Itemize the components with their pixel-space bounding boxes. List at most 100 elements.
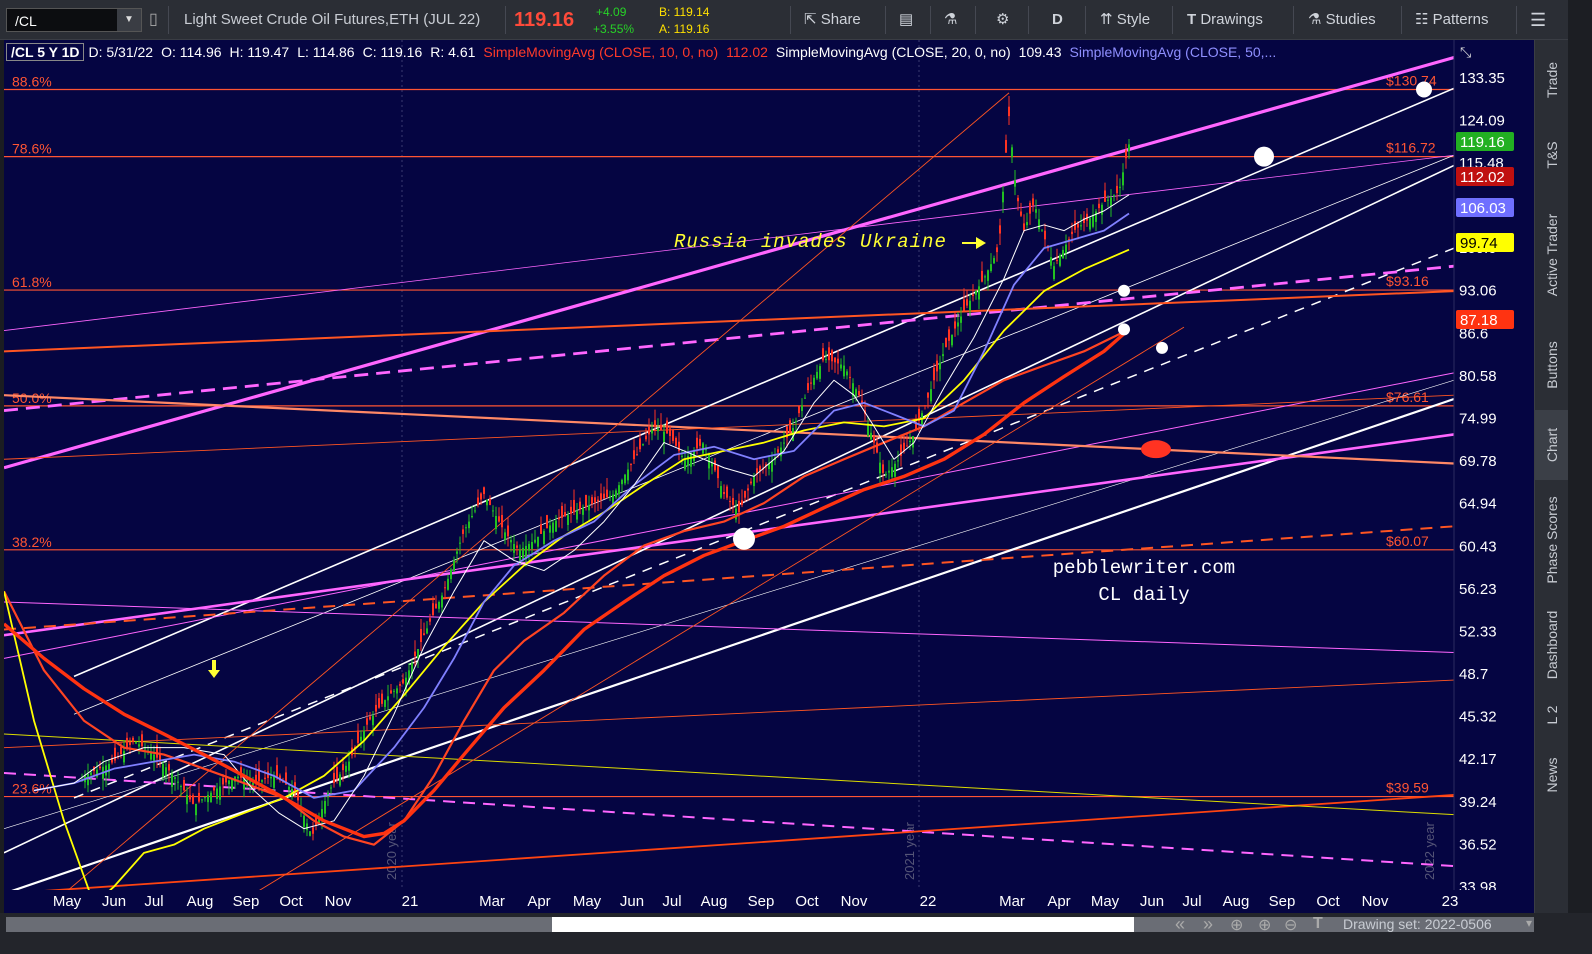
- price-tick-label: 69.78: [1459, 453, 1497, 470]
- zoom-in-icon[interactable]: ⊕: [1258, 915, 1271, 935]
- candle-body: [210, 792, 212, 803]
- tab-chart[interactable]: Chart: [1535, 410, 1569, 480]
- sma10-label[interactable]: SimpleMovingAvg (CLOSE, 10, 0, no): [479, 44, 722, 60]
- tab-time-and-sales[interactable]: T&S: [1535, 120, 1569, 190]
- time-tick-label: Oct: [1316, 893, 1340, 910]
- scroll-right-icon[interactable]: »: [1203, 914, 1213, 935]
- candle-body: [1005, 140, 1007, 153]
- candle-body: [843, 365, 845, 377]
- candle-body: [270, 776, 272, 779]
- candle-body: [624, 474, 626, 484]
- time-tick-label: Apr: [527, 893, 550, 910]
- price-tick-label: 48.7: [1459, 666, 1488, 683]
- period-button[interactable]: D: [1052, 0, 1063, 40]
- tab-dashboard[interactable]: Dashboard: [1535, 600, 1569, 690]
- candle-body: [123, 751, 125, 763]
- candle-body: [576, 510, 578, 520]
- chevron-down-icon[interactable]: ▾: [1526, 916, 1532, 930]
- lock-icon[interactable]: ▯: [149, 0, 158, 40]
- ask-price: A: 119.16: [659, 22, 710, 36]
- candle-body: [603, 493, 605, 499]
- candle-body: [1026, 222, 1028, 226]
- scrollbar-thumb[interactable]: [552, 917, 1134, 932]
- candle-body: [945, 337, 947, 348]
- tab-news[interactable]: News: [1535, 740, 1569, 810]
- candle-body: [879, 462, 881, 474]
- flask-icon[interactable]: ⚗: [944, 0, 957, 40]
- time-tick-label: Mar: [479, 893, 505, 910]
- candle-body: [213, 787, 215, 791]
- scrollbar-track[interactable]: [6, 917, 552, 932]
- candle-body: [144, 748, 146, 750]
- candle-body: [960, 316, 962, 323]
- sma100-line: [4, 248, 1130, 906]
- candle-body: [735, 508, 737, 520]
- scroll-left-icon[interactable]: «: [1175, 914, 1185, 935]
- tab-trade[interactable]: Trade: [1535, 40, 1569, 120]
- candle-body: [579, 501, 581, 510]
- studies-button[interactable]: ⚗ Studies: [1308, 0, 1376, 40]
- style-button[interactable]: ⇈ Style: [1100, 0, 1150, 40]
- candle-body: [909, 440, 911, 443]
- candle-body: [201, 799, 203, 801]
- chart-canvas[interactable]: 2020 year 2021 year 2022 year88.6% $130.747…: [4, 40, 1534, 913]
- drawing-t-icon[interactable]: T: [1313, 915, 1323, 933]
- collapse-arrows-icon[interactable]: ⤡: [1460, 44, 1471, 61]
- low-label: L: 114.86: [297, 44, 355, 60]
- candle-body: [903, 442, 905, 451]
- tab-buttons[interactable]: Buttons: [1535, 320, 1569, 410]
- share-button[interactable]: ⇱ Share: [804, 0, 861, 40]
- candle-body: [339, 774, 341, 786]
- time-tick-label: Oct: [795, 893, 819, 910]
- candle-body: [543, 531, 545, 545]
- drawing-set-label[interactable]: Drawing set: 2022-0506: [1343, 916, 1492, 932]
- candle-body: [429, 618, 431, 622]
- candle-body: [591, 497, 593, 505]
- candle-body: [519, 549, 521, 561]
- candle-body: [975, 291, 977, 295]
- candle-body: [696, 437, 698, 449]
- candle-body: [345, 765, 347, 772]
- candle-body: [981, 270, 983, 282]
- candle-body: [432, 603, 434, 616]
- zoom-out-icon[interactable]: ⊖: [1284, 915, 1297, 935]
- price-badge-label: 112.02: [1460, 169, 1505, 186]
- symbol-input[interactable]: /CL: [15, 13, 37, 29]
- price-tick-label: 45.32: [1459, 709, 1497, 726]
- candle-body: [846, 371, 848, 376]
- bottom-bar: « » ⊕ ⊕ ⊖ T Drawing set: 2022-0506 ▾: [0, 913, 1592, 954]
- candle-body: [504, 532, 506, 540]
- gear-icon[interactable]: ⚙: [996, 0, 1009, 40]
- tab-level-2[interactable]: L 2: [1535, 690, 1569, 740]
- candle-body: [717, 465, 719, 479]
- time-tick-label: 22: [920, 893, 937, 910]
- flexible-grid-icon[interactable]: ▤: [899, 0, 913, 40]
- candle-body: [402, 679, 404, 684]
- price-badge-label: 106.03: [1460, 200, 1506, 217]
- price-chart[interactable]: 2020 year 2021 year 2022 year 88.6% $130.74 7…: [4, 40, 1534, 913]
- candle-body: [582, 508, 584, 515]
- sma20-label[interactable]: SimpleMovingAvg (CLOSE, 20, 0, no): [772, 44, 1015, 60]
- menu-icon[interactable]: ☰: [1530, 0, 1546, 40]
- time-tick-label: Oct: [279, 893, 303, 910]
- candle-body: [1062, 249, 1064, 259]
- symbol-selector[interactable]: /CL ▼: [6, 8, 142, 32]
- candle-body: [966, 299, 968, 306]
- candle-body: [714, 460, 716, 471]
- sma50-label[interactable]: SimpleMovingAvg (CLOSE, 50,...: [1066, 44, 1281, 60]
- trendline: [253, 326, 1185, 895]
- candle-body: [423, 633, 425, 636]
- candle-body: [528, 543, 530, 551]
- tab-phase-scores[interactable]: Phase Scores: [1535, 480, 1569, 600]
- chevron-down-icon[interactable]: ▼: [117, 9, 141, 31]
- crosshair-icon[interactable]: ⊕: [1230, 915, 1243, 935]
- patterns-button[interactable]: ☷ Patterns: [1415, 0, 1489, 40]
- candle-body: [135, 742, 137, 744]
- price-tick-label: 39.24: [1459, 794, 1497, 811]
- drawings-button[interactable]: T Drawings: [1187, 0, 1263, 40]
- candle-body: [465, 527, 467, 529]
- candle-body: [783, 442, 785, 444]
- tab-active-trader[interactable]: Active Trader: [1535, 190, 1569, 320]
- candle-body: [594, 497, 596, 503]
- candle-body: [744, 490, 746, 498]
